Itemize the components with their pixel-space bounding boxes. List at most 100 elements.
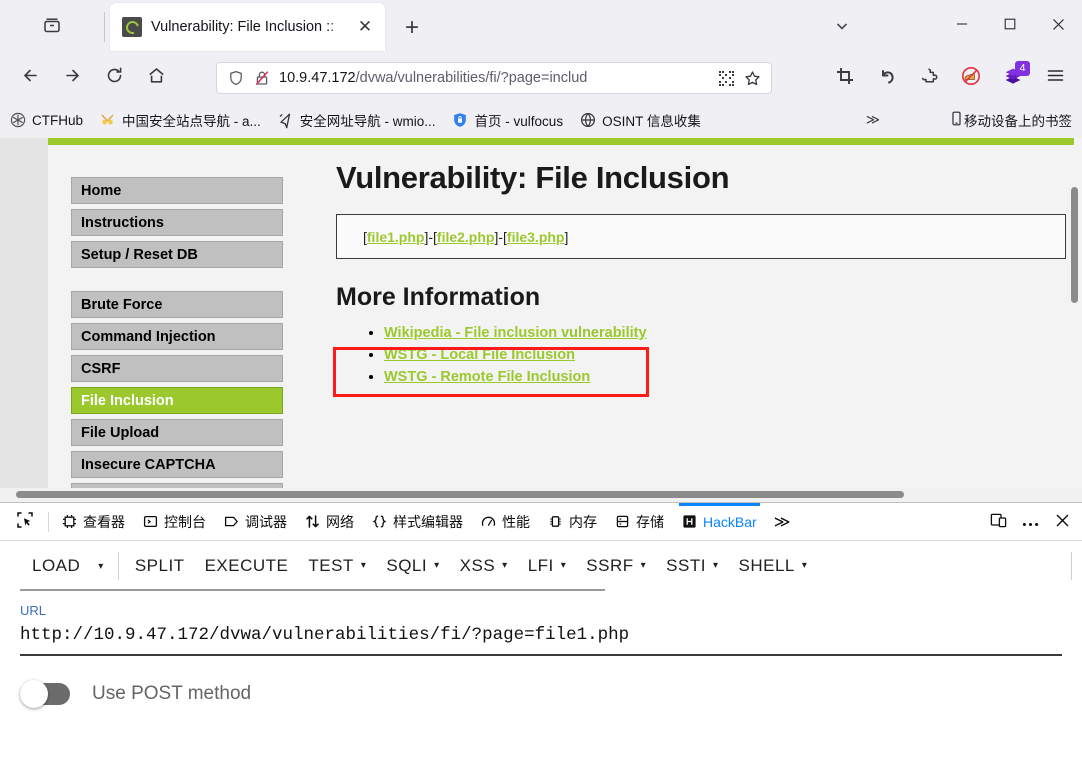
devtools-tab-label: HackBar: [703, 513, 757, 530]
element-picker-icon: [16, 511, 34, 532]
hackbar-ssrf-menu[interactable]: SSRF ▾: [576, 542, 656, 590]
crop-screenshot-icon: [836, 67, 854, 90]
purple-extension-button[interactable]: 4: [995, 60, 1031, 96]
sidebar-item-file-inclusion[interactable]: File Inclusion: [71, 387, 283, 414]
bookmarks-toolbar: CTFHub 中国安全站点导航 - a... 安全网址导航 - wmio...: [0, 102, 1082, 138]
globe-icon: [579, 112, 596, 129]
link-wikipedia-file-inclusion[interactable]: Wikipedia - File inclusion vulnerability: [384, 325, 647, 341]
use-post-method-toggle[interactable]: [20, 680, 70, 708]
bookmark-item-security-nav-wmio[interactable]: 安全网址导航 - wmio...: [270, 107, 443, 133]
memory-icon: [548, 514, 563, 529]
bookmark-item-mobile[interactable]: 移动设备上的书签: [943, 107, 1078, 133]
qr-code-icon[interactable]: [713, 65, 739, 91]
dvwa-header-strip: [48, 138, 1074, 145]
more-information-heading: More Information: [336, 283, 541, 311]
hackbar-post-toggle-row: Use POST method: [20, 680, 1082, 708]
page-horizontal-scrollbar-track[interactable]: [0, 488, 1082, 502]
hackbar-xss-menu[interactable]: XSS ▾: [450, 542, 518, 590]
devtools-tab-storage[interactable]: 存储: [606, 503, 673, 540]
bookmark-label: 移动设备上的书签: [964, 114, 1072, 129]
page-title: Vulnerability: File Inclusion: [336, 160, 730, 195]
devtools-tabs-overflow-button[interactable]: ≫: [766, 512, 799, 532]
devtools-tab-inspector[interactable]: 查看器: [53, 503, 134, 540]
star-icon[interactable]: [739, 65, 765, 91]
devtools-tab-network[interactable]: 网络: [296, 503, 363, 540]
sidebar-item-setup-reset-db[interactable]: Setup / Reset DB: [71, 241, 283, 268]
devtools-tab-hackbar[interactable]: HackBar: [673, 503, 766, 540]
devtools-tab-performance[interactable]: 性能: [472, 503, 539, 540]
bookmark-item-vulfocus[interactable]: 首页 - vulfocus: [445, 107, 571, 133]
hackbar-menu-label: SSTI: [666, 556, 706, 575]
insecure-lock-icon[interactable]: [249, 65, 275, 91]
hackbar-sqli-menu[interactable]: SQLI ▾: [376, 542, 449, 590]
hackbar-menu-divider: [117, 552, 119, 580]
new-tab-button[interactable]: +: [396, 12, 428, 44]
link-file2-php[interactable]: file2.php: [437, 229, 495, 245]
firefox-view-button[interactable]: [0, 0, 104, 54]
bookmark-item-ctfhub[interactable]: CTFHub: [2, 107, 90, 133]
devtools-tab-memory[interactable]: 内存: [539, 503, 606, 540]
page-vertical-scrollbar[interactable]: [1071, 187, 1078, 303]
hackbar-load-dropdown-caret[interactable]: ▾: [90, 542, 112, 590]
sidebar-item-brute-force[interactable]: Brute Force: [71, 291, 283, 318]
close-icon: [1055, 513, 1070, 531]
devtools-tab-console[interactable]: 控制台: [134, 503, 215, 540]
hackbar-url-input[interactable]: http://10.9.47.172/dvwa/vulnerabilities/…: [20, 625, 1062, 656]
hackbar-shell-menu[interactable]: SHELL ▾: [729, 542, 818, 590]
undo-button[interactable]: [869, 60, 905, 96]
devtools-tab-debugger[interactable]: 调试器: [215, 503, 296, 540]
list-item: Wikipedia - File inclusion vulnerability: [384, 324, 1066, 342]
extensions-button[interactable]: [911, 60, 947, 96]
bookmark-item-osint[interactable]: OSINT 信息收集: [572, 107, 708, 133]
bookmark-item-china-security-nav[interactable]: 中国安全站点导航 - a...: [92, 107, 268, 133]
link-file1-php[interactable]: file1.php: [367, 229, 425, 245]
sidebar-item-file-upload[interactable]: File Upload: [71, 419, 283, 446]
caret-down-icon: ▾: [560, 560, 567, 571]
close-window-button[interactable]: [1034, 0, 1082, 48]
sidebar-item-command-injection[interactable]: Command Injection: [71, 323, 283, 350]
hackbar-test-menu[interactable]: TEST ▾: [298, 542, 376, 590]
caret-down-icon: ▾: [640, 560, 647, 571]
reload-button[interactable]: [96, 60, 132, 96]
back-button[interactable]: [12, 60, 48, 96]
sidebar-item-instructions[interactable]: Instructions: [71, 209, 283, 236]
devtools-tab-style-editor[interactable]: 样式编辑器: [363, 503, 472, 540]
maximize-button[interactable]: [986, 0, 1034, 48]
adblock-button[interactable]: [953, 60, 989, 96]
hackbar-ssti-menu[interactable]: SSTI ▾: [656, 542, 728, 590]
app-menu-button[interactable]: [1037, 60, 1073, 96]
list-all-tabs-button[interactable]: [826, 12, 858, 44]
bookmarks-overflow-button[interactable]: ≫: [860, 107, 886, 133]
url-host: 10.9.47.172: [279, 70, 356, 86]
shield-icon[interactable]: [223, 65, 249, 91]
browser-tab-active[interactable]: Vulnerability: File Inclusion :: ✕: [110, 3, 385, 51]
list-item: WSTG - Remote File Inclusion: [384, 368, 1066, 386]
address-bar[interactable]: 10.9.47.172/dvwa/vulnerabilities/fi/?pag…: [216, 62, 772, 94]
element-picker-button[interactable]: [6, 511, 44, 532]
hackbar-menu-label: SHELL: [738, 556, 795, 575]
file-links-panel: [file1.php] - [file2.php] - [file3.php]: [336, 214, 1066, 259]
console-icon: [143, 514, 158, 529]
ctfhub-icon: [9, 112, 26, 129]
sidebar-item-insecure-captcha[interactable]: Insecure CAPTCHA: [71, 451, 283, 478]
sidebar-item-home[interactable]: Home: [71, 177, 283, 204]
url-path: /dvwa/vulnerabilities/fi/?page=includ: [355, 70, 588, 86]
hackbar-split-button[interactable]: SPLIT: [125, 542, 195, 590]
link-wstg-remote-file-inclusion[interactable]: WSTG - Remote File Inclusion: [384, 369, 590, 385]
home-button[interactable]: [138, 60, 174, 96]
page-horizontal-scrollbar-thumb[interactable]: [16, 491, 904, 498]
responsive-design-mode-button[interactable]: [982, 506, 1014, 538]
devtools-options-button[interactable]: [1014, 506, 1046, 538]
link-file3-php[interactable]: file3.php: [507, 229, 565, 245]
devtools-tab-label: 查看器: [83, 513, 125, 530]
link-wstg-local-file-inclusion[interactable]: WSTG - Local File Inclusion: [384, 347, 575, 363]
tab-close-button[interactable]: ✕: [353, 15, 377, 39]
hackbar-load-button[interactable]: LOAD: [22, 542, 90, 590]
forward-button[interactable]: [54, 60, 90, 96]
screenshot-button[interactable]: [827, 60, 863, 96]
sidebar-item-csrf[interactable]: CSRF: [71, 355, 283, 382]
hackbar-execute-button[interactable]: EXECUTE: [195, 542, 299, 590]
devtools-close-button[interactable]: [1046, 506, 1078, 538]
minimize-button[interactable]: [938, 0, 986, 48]
hackbar-lfi-menu[interactable]: LFI ▾: [518, 542, 577, 590]
